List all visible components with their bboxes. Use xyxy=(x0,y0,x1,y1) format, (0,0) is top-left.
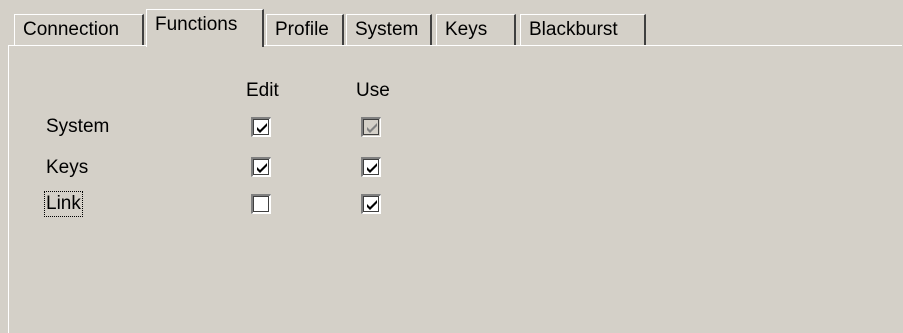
functions-panel: Edit Use System Keys Link xyxy=(8,45,902,333)
tab-connection[interactable]: Connection xyxy=(14,14,144,45)
use-column-header: Use xyxy=(356,80,390,101)
keys-use-checkbox[interactable] xyxy=(361,157,381,177)
keys-edit-checkbox[interactable] xyxy=(251,157,271,177)
link-edit-checkbox[interactable] xyxy=(251,194,271,214)
checkmark-icon xyxy=(367,123,377,133)
row-label-system: System xyxy=(46,116,110,137)
tab-strip: Connection Functions Profile System Keys… xyxy=(0,0,903,47)
tab-profile[interactable]: Profile xyxy=(266,14,344,45)
row-label-keys: Keys xyxy=(46,157,89,178)
checkmark-icon xyxy=(257,163,267,173)
tab-blackburst[interactable]: Blackburst xyxy=(520,14,646,45)
tab-keys[interactable]: Keys xyxy=(436,14,516,45)
system-edit-checkbox[interactable] xyxy=(251,117,271,137)
system-use-checkbox xyxy=(361,117,381,137)
checkmark-icon xyxy=(367,163,377,173)
row-label-link[interactable]: Link xyxy=(44,191,83,217)
checkmark-icon xyxy=(257,123,267,133)
tab-system[interactable]: System xyxy=(346,14,432,45)
checkmark-icon xyxy=(367,200,377,210)
edit-column-header: Edit xyxy=(246,80,279,101)
tab-functions[interactable]: Functions xyxy=(146,9,264,47)
link-use-checkbox[interactable] xyxy=(361,194,381,214)
